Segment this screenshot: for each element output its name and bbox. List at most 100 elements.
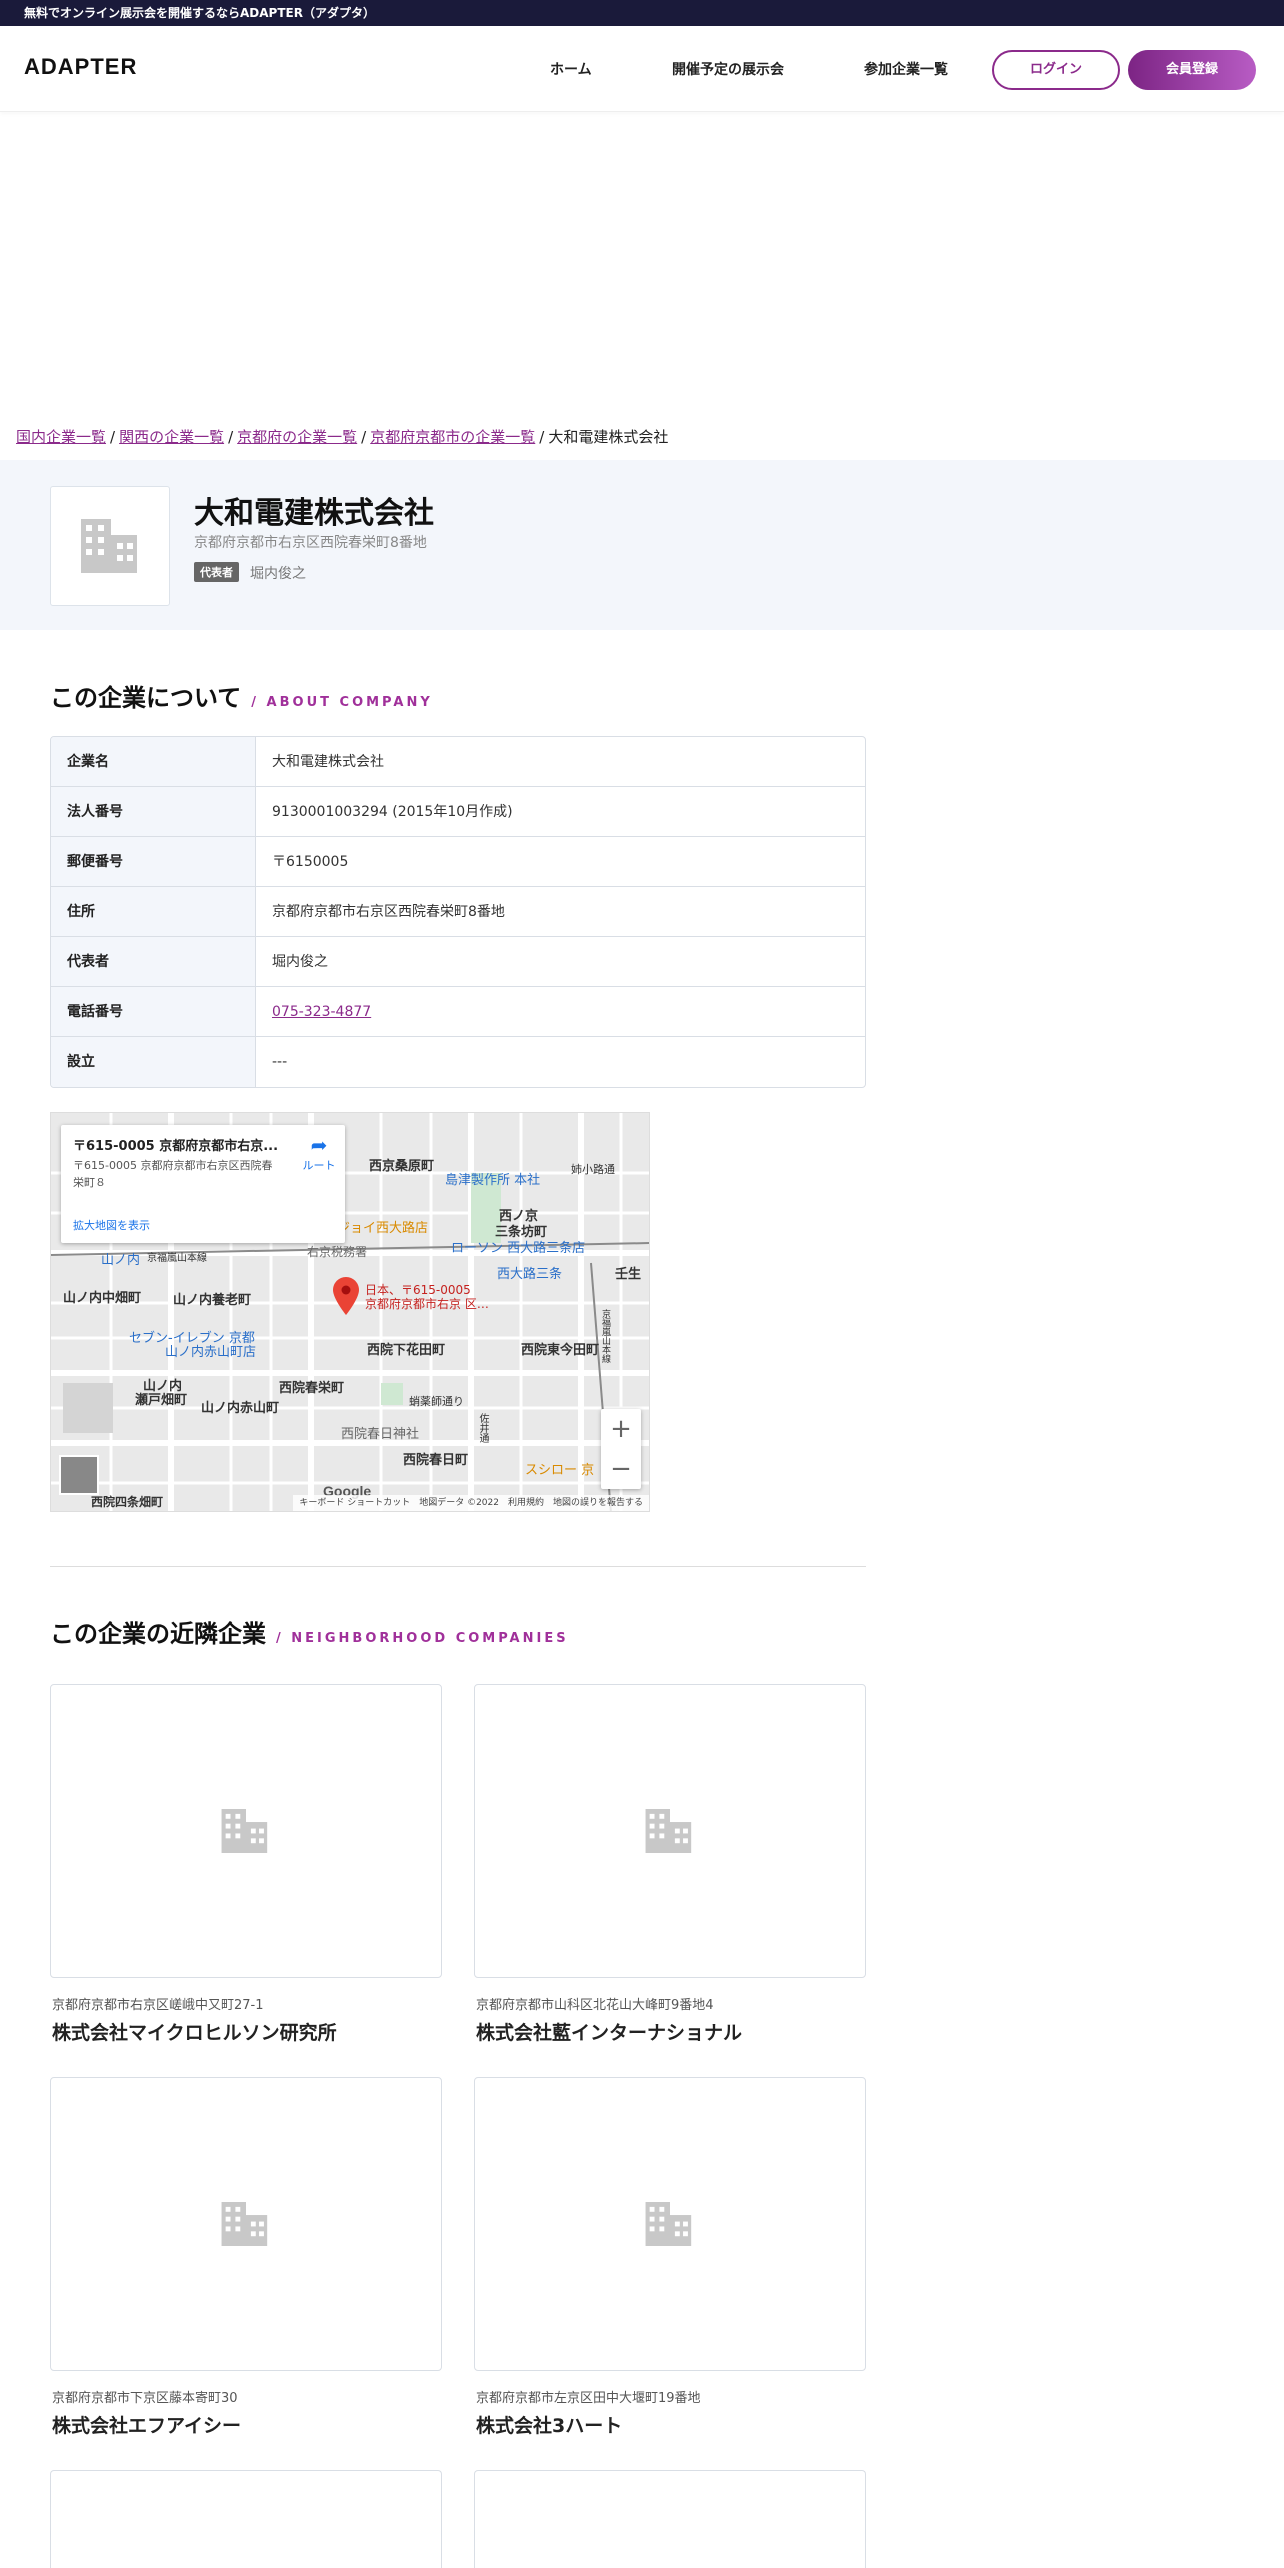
neighbor-address: 京都府京都市下京区藤本寄町30 [52,2391,238,2406]
map-label: 山ノ内中畑町 [63,1291,142,1306]
map-layer-toggle[interactable] [59,1455,99,1495]
row-value: 075-323-4877 [256,987,865,1036]
route-button[interactable]: ➦ ルート [297,1133,341,1173]
row-value: 京都府京都市右京区西院春栄町8番地 [272,904,505,920]
neighbor-address: 京都府京都市左京区田中大堰町19番地 [476,2391,701,2406]
row-value: 9130001003294 (2015年10月作成) [272,804,513,820]
map-footer[interactable]: キーボード ショートカット 地図データ ©2022 利用規約 地図の誤りを報告す… [293,1495,649,1511]
map-label: 西院春栄町 [279,1381,345,1396]
table-row: 代表者 堀内俊之 [51,937,865,987]
nav-exhibitions[interactable]: 開催予定の展示会 [672,59,784,79]
nav-home[interactable]: ホーム [550,59,592,79]
map-pin-icon[interactable] [333,1277,359,1315]
map-label: ローソン 西大路三条店 [451,1241,586,1256]
about-title-en: / ABOUT COMPANY [251,695,433,710]
table-row: 電話番号 075-323-4877 [51,987,865,1037]
row-value: 大和電建株式会社 [272,754,384,770]
row-label: 代表者 [51,937,256,986]
enlarge-map-link[interactable]: 拡大地図を表示 [73,1217,150,1233]
neighbor-address: 京都府京都市右京区嵯峨中又町27-1 [52,1998,264,2013]
building-icon [81,519,137,573]
neighbor-name[interactable]: 株式会社3ハート [476,2411,622,2438]
row-label: 法人番号 [51,787,256,836]
map-label: 山ノ内赤山町店 [165,1345,257,1360]
row-value: 堀内俊之 [272,954,328,970]
breadcrumb-link-kansai[interactable]: 関西の企業一覧 [119,428,224,446]
map-card-title: 〒615-0005 京都府京都市右京... [73,1139,279,1154]
top-banner: 無料でオンライン展示会を開催するならADAPTER（アダプタ） [0,0,1284,26]
map-label: 西院春日町 [403,1453,469,1468]
row-label: 設立 [51,1037,256,1087]
map-zoom-control: + − [601,1409,641,1489]
row-label: 住所 [51,887,256,936]
neighbor-card-image[interactable] [50,1684,442,1978]
google-map[interactable]: 日本、〒615-0005 京都府京都市右京 区… 西京桑原町 島津製作所 本社 … [50,1112,650,1512]
neighbor-name[interactable]: 株式会社マイクロヒルソン研究所 [52,2018,337,2045]
phone-link[interactable]: 075-323-4877 [272,1004,371,1020]
neighbor-name[interactable]: 株式会社藍インターナショナル [476,2018,742,2045]
neighbors-title-en: / NEIGHBORHOOD COMPANIES [276,1631,569,1646]
map-label: 右京税務署 [307,1245,368,1259]
row-value: --- [272,1054,288,1070]
building-icon [221,1809,268,1853]
breadcrumb-current: 大和電建株式会社 [548,428,669,446]
neighbor-card-image[interactable] [474,1684,866,1978]
breadcrumb-separator: / [110,428,116,446]
map-card-address: 〒615-0005 京都府京都市右京区西院春栄町８ [73,1159,273,1189]
map-info-card: 〒615-0005 京都府京都市右京... 〒615-0005 京都府京都市右京… [61,1125,345,1243]
row-label: 電話番号 [51,987,256,1036]
zoom-out-button[interactable]: − [601,1449,641,1489]
map-label: ジョイ西大路店 [337,1221,429,1236]
neighbors-section-title: この企業の近隣企業 / NEIGHBORHOOD COMPANIES [50,1614,569,1649]
breadcrumb-link-national[interactable]: 国内企業一覧 [16,428,106,446]
map-label: 島津製作所 本社 [445,1173,541,1188]
table-row: 住所 京都府京都市右京区西院春栄町8番地 [51,887,865,937]
site-header: ADAPTER ホーム 開催予定の展示会 参加企業一覧 ログイン 会員登録 [0,26,1284,112]
company-address: 京都府京都市右京区西院春栄町8番地 [194,535,427,551]
about-section-title: この企業について / ABOUT COMPANY [50,678,433,713]
rep-name: 堀内俊之 [250,566,306,582]
row-value: 〒6150005 [272,854,349,870]
route-icon: ➦ [310,1133,328,1157]
login-button[interactable]: ログイン [992,50,1120,90]
building-icon [645,2202,692,2246]
neighbor-card-image[interactable] [50,2470,442,2568]
row-label: 企業名 [51,737,256,786]
section-divider [50,1566,866,1567]
breadcrumb-link-kyoto-city[interactable]: 京都府京都市の企業一覧 [370,428,535,446]
table-row: 設立 --- [51,1037,865,1087]
map-label: 西院東今田町 [521,1343,600,1358]
map-label: 西京桑原町 [369,1159,435,1174]
map-label: 山ノ内 [101,1253,141,1268]
neighbor-card-image[interactable] [50,2077,442,2371]
route-label: ルート [302,1159,336,1172]
map-label: 京福嵐山本線 [600,1309,610,1363]
neighbor-card-image[interactable] [474,2470,866,2568]
map-label: 山ノ内養老町 [173,1293,252,1308]
company-info-table: 企業名 大和電建株式会社 法人番号 9130001003294 (2015年10月作… [50,736,866,1088]
about-title: この企業について [50,684,242,712]
breadcrumb-separator: / [228,428,234,446]
map-label: 姉小路通 [571,1163,615,1176]
neighbor-name[interactable]: 株式会社エフアイシー [52,2411,241,2438]
row-label: 郵便番号 [51,837,256,886]
register-button[interactable]: 会員登録 [1128,50,1256,90]
map-label: 蛸薬師通り [409,1395,464,1408]
neighbor-card-image[interactable] [474,2077,866,2371]
breadcrumb-link-kyoto-pref[interactable]: 京都府の企業一覧 [237,428,357,446]
map-pin-label-2: 京都府京都市右京 区… [365,1297,489,1311]
map-label: 西院下花田町 [367,1343,446,1358]
zoom-in-button[interactable]: + [601,1409,641,1449]
map-label: 京福嵐山本線 [147,1253,207,1264]
neighbors-title: この企業の近隣企業 [50,1620,266,1648]
map-label: 瀬戸畑町 [135,1393,188,1408]
map-label: 西院春日神社 [341,1427,420,1442]
map-label: 山ノ内赤山町 [201,1401,280,1416]
building-icon [645,1809,692,1853]
nav-companies[interactable]: 参加企業一覧 [864,59,948,79]
neighbor-address: 京都府京都市山科区北花山大峰町9番地4 [476,1998,714,2013]
site-logo[interactable]: ADAPTER [24,54,137,80]
table-row: 郵便番号 〒6150005 [51,837,865,887]
company-logo-placeholder [50,486,170,606]
company-name: 大和電建株式会社 [194,496,434,531]
